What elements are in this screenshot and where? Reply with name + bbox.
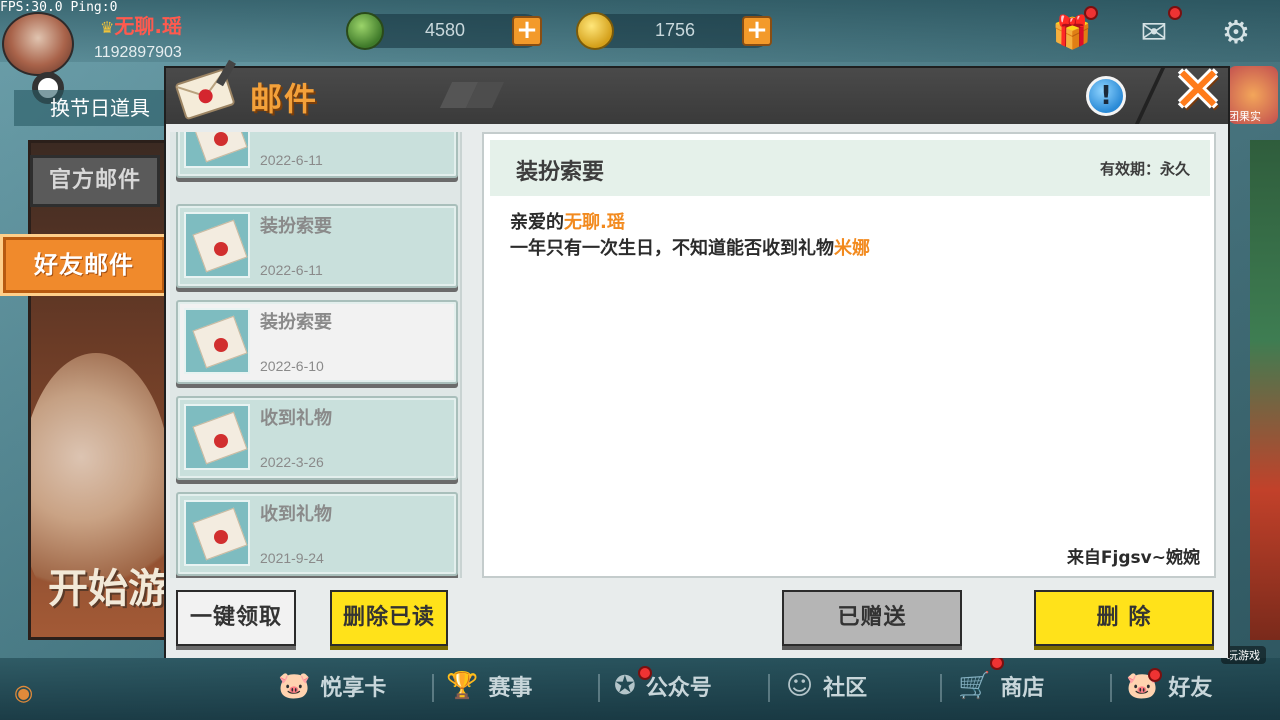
settings-gear-icon[interactable]: ⚙ bbox=[1214, 12, 1258, 52]
mail-list-item[interactable]: 收到礼物 2021-9-24 bbox=[176, 492, 458, 576]
vip-badge-icon: ♛ bbox=[100, 18, 115, 37]
mail-validity: 有效期：永久 bbox=[1099, 160, 1190, 178]
mail-sender: 来自Fjgsv~婉婉 bbox=[1066, 548, 1200, 568]
nav-friends[interactable]: 🐷 好友 bbox=[1126, 666, 1212, 706]
recipient-name: 无聊.瑶 bbox=[564, 212, 625, 233]
delete-read-button[interactable]: 删除已读 bbox=[330, 590, 448, 646]
shopping-cart-icon: 🛒 bbox=[958, 671, 991, 701]
nav-community[interactable]: ☺ 社区 bbox=[786, 666, 867, 706]
mail-dialog-title: 邮件 bbox=[250, 80, 319, 118]
official-account-notification-dot bbox=[638, 666, 652, 680]
holiday-items-button[interactable]: 换节日道具 bbox=[14, 90, 164, 126]
mail-message: 亲爱的无聊.瑶 一年只有一次生日，不知道能否收到礼物米娜 bbox=[510, 210, 870, 262]
mail-notification-dot bbox=[1168, 6, 1182, 20]
tab-friend-mail[interactable]: 好友邮件 bbox=[0, 234, 168, 296]
mail-dialog-body: 2022-6-11 装扮索要 2022-6-11 装扮索要 2022-6-10 … bbox=[166, 124, 1228, 658]
nav-official-account[interactable]: ✪ 公众号 bbox=[614, 666, 712, 706]
tab-official-mail[interactable]: 官方邮件 bbox=[30, 155, 160, 207]
rss-feed-icon[interactable]: ◉ bbox=[14, 681, 33, 706]
letter-seal-icon bbox=[175, 59, 236, 120]
character-icon: ☺ bbox=[786, 671, 814, 701]
mail-content-panel: 装扮索要 有效期：永久 亲爱的无聊.瑶 一年只有一次生日，不知道能否收到礼物米娜… bbox=[482, 132, 1216, 578]
requested-item-name: 米娜 bbox=[834, 238, 870, 259]
shop-notification-dot bbox=[990, 656, 1004, 670]
nav-divider bbox=[598, 674, 600, 702]
envelope-icon bbox=[184, 132, 250, 168]
friends-notification-dot bbox=[1148, 668, 1162, 682]
mail-dialog: 邮件 ! ✕ 2022-6-11 装扮索要 2022-6-11 装扮索要 202… bbox=[164, 59, 1230, 658]
claim-all-button[interactable]: 一键领取 bbox=[176, 590, 296, 646]
add-coin-button[interactable]: + bbox=[742, 16, 772, 46]
nav-shop[interactable]: 🛒 商店 bbox=[958, 666, 1044, 706]
coin-currency: 1756 + bbox=[576, 12, 772, 50]
nav-divider bbox=[432, 674, 434, 702]
player-id: 1192897903 bbox=[94, 44, 182, 61]
gifted-button[interactable]: 已赠送 bbox=[782, 590, 962, 646]
right-side-banner bbox=[1250, 140, 1280, 640]
mini-bean-icon bbox=[346, 12, 384, 50]
event-fruit-button[interactable]: 团果实 bbox=[1228, 66, 1278, 124]
fps-ping-readout: FPS:30.0 Ping:0 bbox=[0, 0, 118, 15]
mail-list-item[interactable]: 装扮索要 2022-6-11 bbox=[176, 204, 458, 288]
coin-value: 1756 bbox=[654, 20, 696, 40]
mail-dialog-header: 邮件 ! ✕ bbox=[166, 59, 1228, 124]
mini-bean-value: 4580 bbox=[424, 20, 466, 40]
close-button[interactable]: ✕ bbox=[1168, 59, 1228, 122]
envelope-icon bbox=[184, 308, 250, 374]
gift-notification-dot bbox=[1084, 6, 1098, 20]
nav-membership-card[interactable]: 🐷 悦享卡 bbox=[278, 666, 386, 706]
mail-content-header: 装扮索要 有效期：永久 bbox=[490, 140, 1210, 196]
start-game-label: 开始游 bbox=[48, 566, 168, 612]
add-mini-bean-button[interactable]: + bbox=[512, 16, 542, 46]
nav-divider bbox=[940, 674, 942, 702]
nav-divider bbox=[768, 674, 770, 702]
header-slash-decoration bbox=[1134, 68, 1166, 124]
nav-divider bbox=[1110, 674, 1112, 702]
info-button[interactable]: ! bbox=[1086, 76, 1126, 116]
star-badge-icon: ✪ bbox=[614, 671, 636, 701]
mail-list[interactable]: 2022-6-11 装扮索要 2022-6-11 装扮索要 2022-6-10 … bbox=[170, 132, 462, 578]
pig-face-icon: 🐷 bbox=[278, 671, 311, 701]
mail-list-item-selected[interactable]: 装扮索要 2022-6-10 bbox=[176, 300, 458, 384]
envelope-icon bbox=[184, 212, 250, 278]
mail-list-item[interactable]: 收到礼物 2022-3-26 bbox=[176, 396, 458, 480]
delete-button[interactable]: 删 除 bbox=[1034, 590, 1214, 646]
envelope-icon bbox=[184, 500, 250, 566]
event-fruit-label: 团果实 bbox=[1228, 110, 1261, 123]
coin-icon bbox=[576, 12, 614, 50]
mail-subject: 装扮索要 bbox=[516, 160, 605, 185]
mail-list-item[interactable]: 2022-6-11 bbox=[176, 132, 458, 178]
mail-body-line: 一年只有一次生日，不知道能否收到礼物米娜 bbox=[510, 238, 870, 259]
mini-bean-currency: 4580 + bbox=[346, 12, 542, 50]
player-avatar[interactable] bbox=[2, 12, 74, 76]
envelope-icon bbox=[184, 404, 250, 470]
trophy-icon: 🏆 bbox=[446, 671, 479, 701]
nav-tournament[interactable]: 🏆 赛事 bbox=[446, 666, 532, 706]
mail-greeting: 亲爱的无聊.瑶 bbox=[510, 212, 625, 233]
